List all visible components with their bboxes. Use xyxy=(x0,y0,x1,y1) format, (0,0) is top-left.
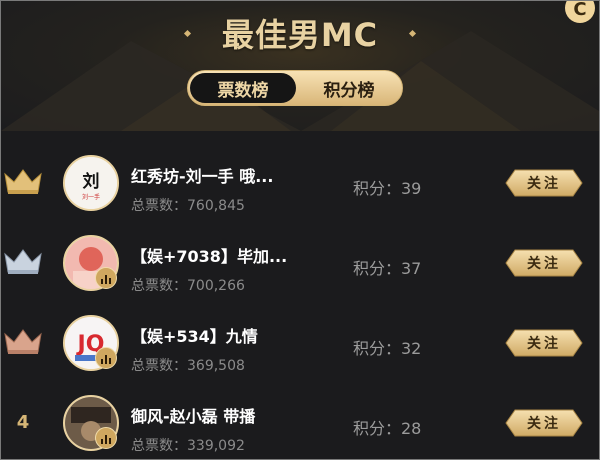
title-ornament-left xyxy=(183,29,191,37)
mc-ranking-panel: 最佳男MC C 票数榜 积分榜 刘 刘一手 红秀坊-刘一手 哦... 总票数：7… xyxy=(0,0,600,460)
follow-button[interactable]: 关注 xyxy=(505,329,583,357)
avatar[interactable]: 刘 刘一手 xyxy=(63,155,119,211)
follow-button[interactable]: 关注 xyxy=(505,169,583,197)
anchor-name[interactable]: 【娱+7038】毕加... xyxy=(131,243,331,267)
mic-icon xyxy=(95,267,117,289)
silver-crown-icon xyxy=(3,247,43,277)
anchor-name[interactable]: 御风-赵小磊 带播 xyxy=(131,403,331,427)
points: 积分：28 xyxy=(353,419,422,438)
svg-text:刘一手: 刘一手 xyxy=(82,193,100,201)
header: 最佳男MC C 票数榜 积分榜 xyxy=(1,1,599,131)
mic-icon xyxy=(95,347,117,369)
list-item: JQ 【娱+534】九情 总票数：369,508 积分：32 关注 xyxy=(1,291,599,374)
total-votes: 总票数：339,092 xyxy=(131,438,245,454)
title-ornament-right xyxy=(409,29,417,37)
ranking-list: 刘 刘一手 红秀坊-刘一手 哦... 总票数：760,845 积分：39 关注 xyxy=(1,131,599,454)
anchor-name[interactable]: 红秀坊-刘一手 哦... xyxy=(131,163,331,187)
gold-crown-icon xyxy=(3,167,43,197)
follow-button[interactable]: 关注 xyxy=(505,249,583,277)
list-item: 【娱+7038】毕加... 总票数：700,266 积分：37 关注 xyxy=(1,211,599,294)
rank-number: 4 xyxy=(16,411,30,433)
follow-button[interactable]: 关注 xyxy=(505,409,583,437)
points: 积分：37 xyxy=(353,259,422,278)
anchor-name[interactable]: 【娱+534】九情 xyxy=(131,323,331,347)
tab-points[interactable]: 积分榜 xyxy=(296,71,402,105)
bronze-crown-icon xyxy=(3,327,43,357)
ranking-tabs: 票数榜 积分榜 xyxy=(187,70,403,106)
list-item: 4 御风-赵小磊 带播 总票数：339,092 积分：28 关注 xyxy=(1,371,599,454)
svg-text:刘: 刘 xyxy=(83,171,100,192)
points: 积分：39 xyxy=(353,179,422,198)
list-item: 刘 刘一手 红秀坊-刘一手 哦... 总票数：760,845 积分：39 关注 xyxy=(1,131,599,214)
mic-icon xyxy=(95,427,117,449)
page-title: 最佳男MC xyxy=(221,16,379,54)
tab-votes[interactable]: 票数榜 xyxy=(190,73,296,103)
points: 积分：32 xyxy=(353,339,422,358)
